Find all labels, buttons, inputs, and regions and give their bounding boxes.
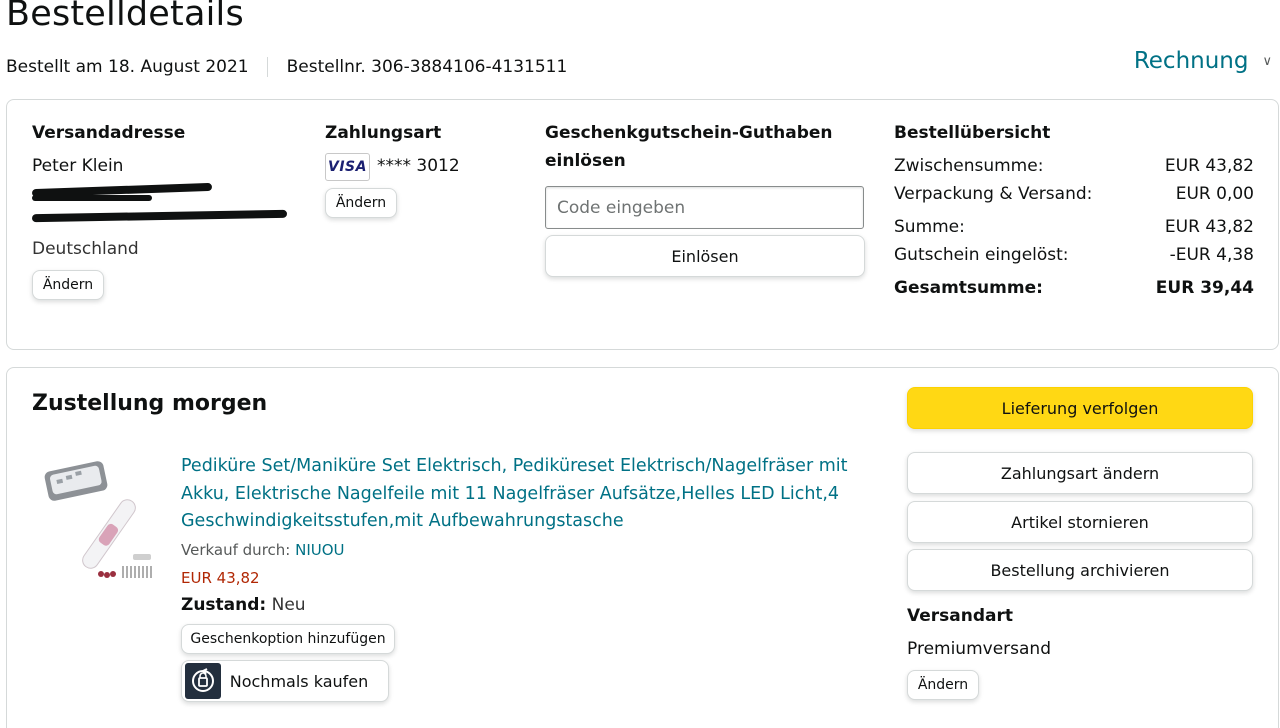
add-gift-option-button[interactable]: Geschenkoption hinzufügen [181,624,395,654]
summary-row-total: Gesamtsumme: EUR 39,44 [894,278,1254,298]
archive-order-button[interactable]: Bestellung archivieren [907,549,1253,591]
delivery-heading: Zustellung morgen [32,391,268,416]
shipping-method-heading: Versandart [907,606,1013,626]
summary-row-subtotal: Zwischensumme: EUR 43,82 [894,156,1254,176]
order-number: Bestellnr. 306-3884106-4131511 [286,57,568,77]
change-address-button[interactable]: Ändern [32,270,104,300]
invoice-label[interactable]: Rechnung [1134,48,1249,74]
condition: Zustand: Neu [181,595,306,615]
summary-row-voucher: Gutschein eingelöst: -EUR 4,38 [894,245,1254,265]
shipping-country: Deutschland [32,239,139,259]
card-number: **** 3012 [377,156,460,176]
order-summary-box: Versandadresse Peter Klein Deutschland Ä… [6,99,1279,350]
seller-link[interactable]: NIUOU [295,541,344,559]
summary-row-shipping: Verpackung & Versand: EUR 0,00 [894,184,1254,204]
summary-row-sum: Summe: EUR 43,82 [894,217,1254,237]
gift-code-input[interactable] [545,186,864,229]
redacted-city [31,209,288,223]
product-image[interactable] [41,454,161,584]
page-title: Bestelldetails [6,0,244,34]
meta-divider [266,57,268,77]
gift-card-heading-line1: Geschenkgutschein-Guthaben [545,123,833,143]
redeem-button[interactable]: Einlösen [545,235,865,277]
product-price: EUR 43,82 [181,569,260,587]
shipping-method-value: Premiumversand [907,639,1051,659]
delivery-box: Zustellung morgen Pediküre Set/Maniküre … [6,367,1279,728]
order-summary-heading: Bestellübersicht [894,123,1051,143]
change-payment-button[interactable]: Ändern [325,188,397,218]
invoice-dropdown[interactable]: Rechnung ∨ [1134,48,1272,74]
condition-label: Zustand: [181,595,267,615]
payment-heading: Zahlungsart [325,123,442,143]
track-delivery-button[interactable]: Lieferung verfolgen [907,387,1253,429]
gift-card-heading-line2: einlösen [545,151,626,171]
cancel-items-button[interactable]: Artikel stornieren [907,501,1253,543]
sold-by: Verkauf durch: NIUOU [181,541,345,559]
visa-card-icon: VISA [325,153,370,181]
chevron-down-icon[interactable]: ∨ [1262,54,1272,69]
redacted-street-2 [32,195,152,201]
condition-value: Neu [271,595,306,615]
buy-again-icon[interactable] [185,663,221,699]
change-shipping-method-button[interactable]: Ändern [907,670,979,700]
product-title-link[interactable]: Pediküre Set/Maniküre Set Elektrisch, Pe… [181,453,881,536]
order-date: Bestellt am 18. August 2021 [6,57,249,77]
change-payment-method-button[interactable]: Zahlungsart ändern [907,452,1253,494]
shipping-name: Peter Klein [32,156,124,176]
order-meta: Bestellt am 18. August 2021 Bestellnr. 3… [6,57,567,77]
shipping-heading: Versandadresse [32,123,186,143]
sold-by-label: Verkauf durch: [181,541,291,559]
